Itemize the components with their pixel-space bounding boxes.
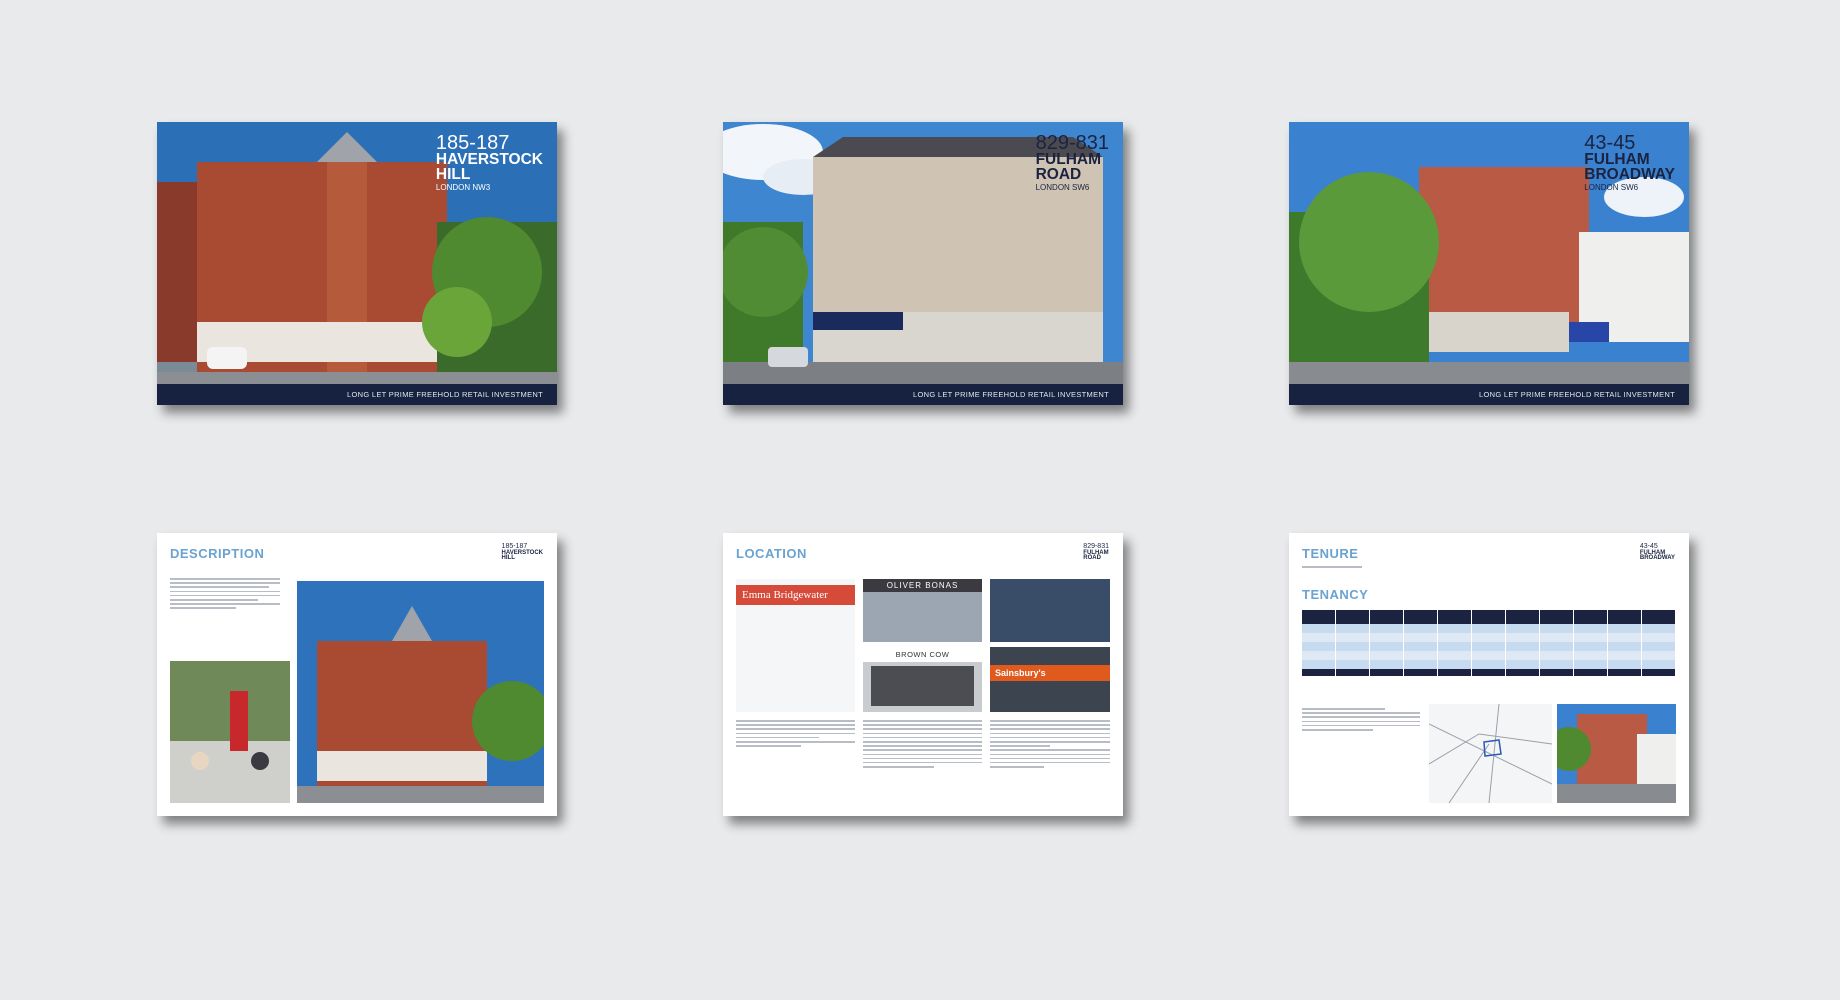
property-location: LONDON SW6 — [1035, 183, 1090, 193]
tenancy-table — [1302, 610, 1676, 676]
location-text-col-3 — [990, 720, 1110, 770]
brochure-cover-haverstock-hill[interactable]: 185-187 HAVERSTOCK HILL LONDON NW3 LONG … — [157, 122, 557, 405]
property-number: 185-187 — [435, 132, 510, 154]
shop-sign-text: Emma Bridgewater — [736, 585, 855, 605]
shop-sign-text: OLIVER BONAS — [863, 579, 982, 592]
section-title-tenancy: TENANCY — [1302, 587, 1369, 602]
cover-title-block: 185-187 HAVERSTOCK HILL LONDON NW3 — [436, 133, 543, 192]
mini-logo: 43-45 FULHAM BROADWAY — [1639, 543, 1675, 562]
brochure-page-description[interactable]: DESCRIPTION 185-187 HAVERSTOCK HILL — [157, 533, 557, 816]
shop-photo-emma-bridgewater: Emma Bridgewater — [736, 579, 855, 712]
brochure-page-tenure[interactable]: TENURE 43-45 FULHAM BROADWAY TENANCY — [1289, 533, 1689, 816]
page-title: DESCRIPTION — [170, 546, 265, 561]
brochure-page-location[interactable]: LOCATION 829-831 FULHAM ROAD Emma Bridge… — [723, 533, 1123, 816]
mini-logo-name-2: BROADWAY — [1639, 555, 1675, 562]
building-photo — [297, 581, 544, 803]
page-title: LOCATION — [736, 546, 807, 561]
page-title: TENURE — [1302, 546, 1359, 561]
cover-footer-bar: LONG LET PRIME FREEHOLD RETAIL INVESTMEN… — [157, 384, 557, 405]
shop-photo-oliver-bonas: OLIVER BONAS — [863, 579, 982, 642]
shop-sign-text: Sainsbury's — [990, 665, 1110, 681]
property-name-line-2: ROAD — [1035, 165, 1082, 183]
description-text-block — [170, 578, 280, 612]
table-row — [1302, 660, 1676, 669]
mini-logo-name-2: ROAD — [1083, 555, 1101, 562]
cover-footer-bar: LONG LET PRIME FREEHOLD RETAIL INVESTMEN… — [723, 384, 1123, 405]
table-total-row — [1302, 669, 1676, 676]
location-text-col-2 — [863, 720, 982, 770]
table-header — [1302, 610, 1676, 624]
mini-logo: 185-187 HAVERSTOCK HILL — [501, 543, 543, 562]
property-location: LONDON NW3 — [435, 183, 491, 193]
tenure-text — [1302, 566, 1362, 570]
street-view-photo — [1557, 704, 1676, 803]
property-number: 829-831 — [1035, 132, 1109, 154]
street-photo — [170, 661, 290, 803]
tenancy-notes — [1302, 708, 1420, 733]
table-row — [1302, 651, 1676, 660]
property-name-line-2: HILL — [435, 165, 471, 183]
table-row — [1302, 642, 1676, 651]
property-number: 43-45 — [1584, 132, 1636, 154]
mini-logo-name-2: HILL — [501, 555, 515, 562]
shop-photo-cafe — [990, 579, 1110, 642]
cover-tagline: LONG LET PRIME FREEHOLD RETAIL INVESTMEN… — [1479, 390, 1675, 399]
property-location: LONDON SW6 — [1584, 183, 1639, 193]
cover-footer-bar: LONG LET PRIME FREEHOLD RETAIL INVESTMEN… — [1289, 384, 1689, 405]
mini-logo: 829-831 FULHAM ROAD — [1083, 543, 1109, 562]
brochure-cover-fulham-broadway[interactable]: 43-45 FULHAM BROADWAY LONDON SW6 LONG LE… — [1289, 122, 1689, 405]
cover-tagline: LONG LET PRIME FREEHOLD RETAIL INVESTMEN… — [347, 390, 543, 399]
shop-photo-brown-cow: BROWN COW — [863, 647, 982, 712]
brochure-cover-fulham-road[interactable]: 829-831 FULHAM ROAD LONDON SW6 LONG LET … — [723, 122, 1123, 405]
cover-tagline: LONG LET PRIME FREEHOLD RETAIL INVESTMEN… — [913, 390, 1109, 399]
shop-sign-text: BROWN COW — [863, 647, 982, 662]
property-name-line-2: BROADWAY — [1584, 165, 1675, 183]
shop-photo-sainsburys: Sainsbury's — [990, 647, 1110, 712]
table-row — [1302, 633, 1676, 642]
location-text-col-1 — [736, 720, 855, 749]
site-plan-map — [1429, 704, 1552, 803]
cover-title-block: 829-831 FULHAM ROAD LONDON SW6 — [1036, 133, 1109, 192]
cover-title-block: 43-45 FULHAM BROADWAY LONDON SW6 — [1584, 133, 1675, 192]
table-row — [1302, 624, 1676, 633]
